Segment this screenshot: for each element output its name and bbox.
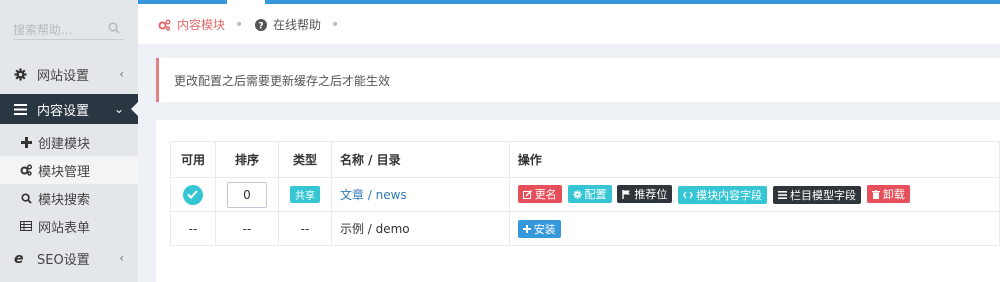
uninstall-button[interactable]: 卸载 [866, 185, 910, 204]
recommend-position-button[interactable]: 推荐位 [617, 185, 673, 204]
button-label: 配置 [584, 188, 607, 202]
breadcrumb: 内容模块 • ? 在线帮助 • [138, 4, 1000, 44]
button-label: 更名 [534, 188, 557, 202]
breadcrumb-separator: • [331, 16, 340, 33]
sidebar-subitem-label: 模块搜索 [38, 192, 91, 208]
col-type: 类型 [277, 141, 332, 178]
config-button[interactable]: 配置 [567, 185, 612, 204]
rename-button[interactable]: 更名 [517, 185, 562, 204]
type-badge: 共享 [289, 186, 320, 203]
table-row: 0 共享 文章 / news 更名 配置 推荐位 模块内容字段 栏目模型字段 卸… [170, 177, 1000, 212]
chevron-left-icon: ‹ [119, 67, 124, 81]
breadcrumb-content-modules[interactable]: 内容模块 • [158, 16, 243, 33]
sidebar-subitem-module-search[interactable]: 模块搜索 [0, 184, 138, 212]
sidebar-subitem-module-management[interactable]: 模块管理 [0, 156, 138, 184]
col-enabled: 可用 [170, 141, 216, 178]
actions-cell: 更名 配置 推荐位 模块内容字段 栏目模型字段 卸载 [508, 177, 1000, 212]
question-circle-icon: ? [255, 18, 267, 31]
sidebar-item-label: 内容设置 [37, 103, 90, 119]
sidebar-item-content-settings[interactable]: 内容设置 ⌄ [0, 94, 138, 124]
sidebar-subitem-label: 网站表单 [38, 220, 91, 236]
chevron-left-icon: ‹ [119, 251, 124, 265]
type-cell: 共享 [277, 177, 332, 212]
sidebar-item-label: SEO设置 [37, 252, 90, 268]
list-icon [778, 190, 787, 199]
sidebar-subitem-label: 模块管理 [38, 164, 91, 180]
install-button[interactable]: 安装 [517, 219, 561, 238]
col-name: 名称 / 目录 [330, 141, 510, 178]
module-panel: 可用 排序 类型 名称 / 目录 操作 0 共享 文章 / news 更名 配置… [156, 120, 1000, 282]
gear-icon [13, 67, 27, 81]
bars-icon [13, 103, 27, 115]
col-order: 排序 [214, 141, 279, 178]
sidebar-item-label: 网站设置 [37, 68, 90, 84]
name-cell: 文章 / news [330, 177, 510, 212]
search-input[interactable]: 搜索帮助... [13, 16, 123, 40]
actions-cell: 安装 [508, 211, 1000, 246]
flag-icon [622, 189, 631, 199]
enabled-cell [170, 177, 216, 212]
sidebar-subitem-label: 创建模块 [38, 136, 91, 152]
button-label: 推荐位 [634, 188, 668, 202]
breadcrumb-separator: • [235, 16, 244, 33]
module-table: 可用 排序 类型 名称 / 目录 操作 0 共享 文章 / news 更名 配置… [170, 141, 1000, 246]
cogs-icon [20, 164, 32, 176]
sidebar-subitem-site-forms[interactable]: 网站表单 [0, 212, 138, 240]
table-icon [20, 221, 32, 231]
search-placeholder: 搜索帮助... [13, 23, 73, 37]
ie-icon: e [13, 251, 27, 265]
sidebar-item-site-settings[interactable]: 网站设置 ‹ [0, 59, 138, 89]
search-icon [20, 192, 32, 204]
breadcrumb-label: 内容模块 [177, 18, 226, 32]
chevron-down-icon: ⌄ [113, 102, 124, 116]
cache-note: 更改配置之后需要更新缓存之后才能生效 [156, 58, 1000, 102]
button-label: 模块内容字段 [696, 188, 763, 202]
plus-icon [20, 136, 32, 148]
button-label: 栏目模型字段 [790, 188, 856, 202]
name-cell: 示例 / demo [330, 211, 510, 246]
table-header-row: 可用 排序 类型 名称 / 目录 操作 [170, 141, 1000, 178]
note-text: 更改配置之后需要更新缓存之后才能生效 [174, 74, 391, 88]
code-icon [683, 191, 694, 199]
module-name-link[interactable]: 文章 / news [340, 188, 407, 202]
order-cell: -- [214, 211, 279, 246]
order-input[interactable]: 0 [226, 181, 267, 208]
button-label: 安装 [533, 222, 556, 236]
sidebar-subitem-create-module[interactable]: 创建模块 [0, 128, 138, 156]
trash-icon [871, 189, 880, 199]
button-label: 卸载 [882, 188, 905, 202]
edit-icon [522, 189, 532, 199]
plus-icon [522, 224, 531, 233]
col-actions: 操作 [508, 141, 1000, 178]
sidebar: 搜索帮助... 网站设置 ‹ 内容设置 ⌄ 创建模块 模块管理 模块搜索 网站表… [0, 0, 138, 282]
module-content-fields-button[interactable]: 模块内容字段 [678, 185, 768, 204]
breadcrumb-label: 在线帮助 [273, 18, 322, 32]
sidebar-item-seo-settings[interactable]: e SEO设置 ‹ [0, 243, 138, 273]
type-cell: -- [277, 211, 332, 246]
category-model-fields-button[interactable]: 栏目模型字段 [773, 185, 861, 204]
enabled-cell: -- [170, 211, 216, 246]
order-cell: 0 [214, 177, 279, 212]
breadcrumb-online-help[interactable]: ? 在线帮助 • [255, 16, 339, 33]
gear-icon [572, 190, 582, 199]
check-circle-icon[interactable] [182, 184, 203, 205]
cogs-icon [158, 19, 171, 31]
svg-text:e: e [14, 251, 24, 265]
table-row: -- -- -- 示例 / demo 安装 [170, 211, 1000, 246]
svg-text:?: ? [258, 21, 263, 31]
search-icon[interactable] [108, 22, 120, 34]
